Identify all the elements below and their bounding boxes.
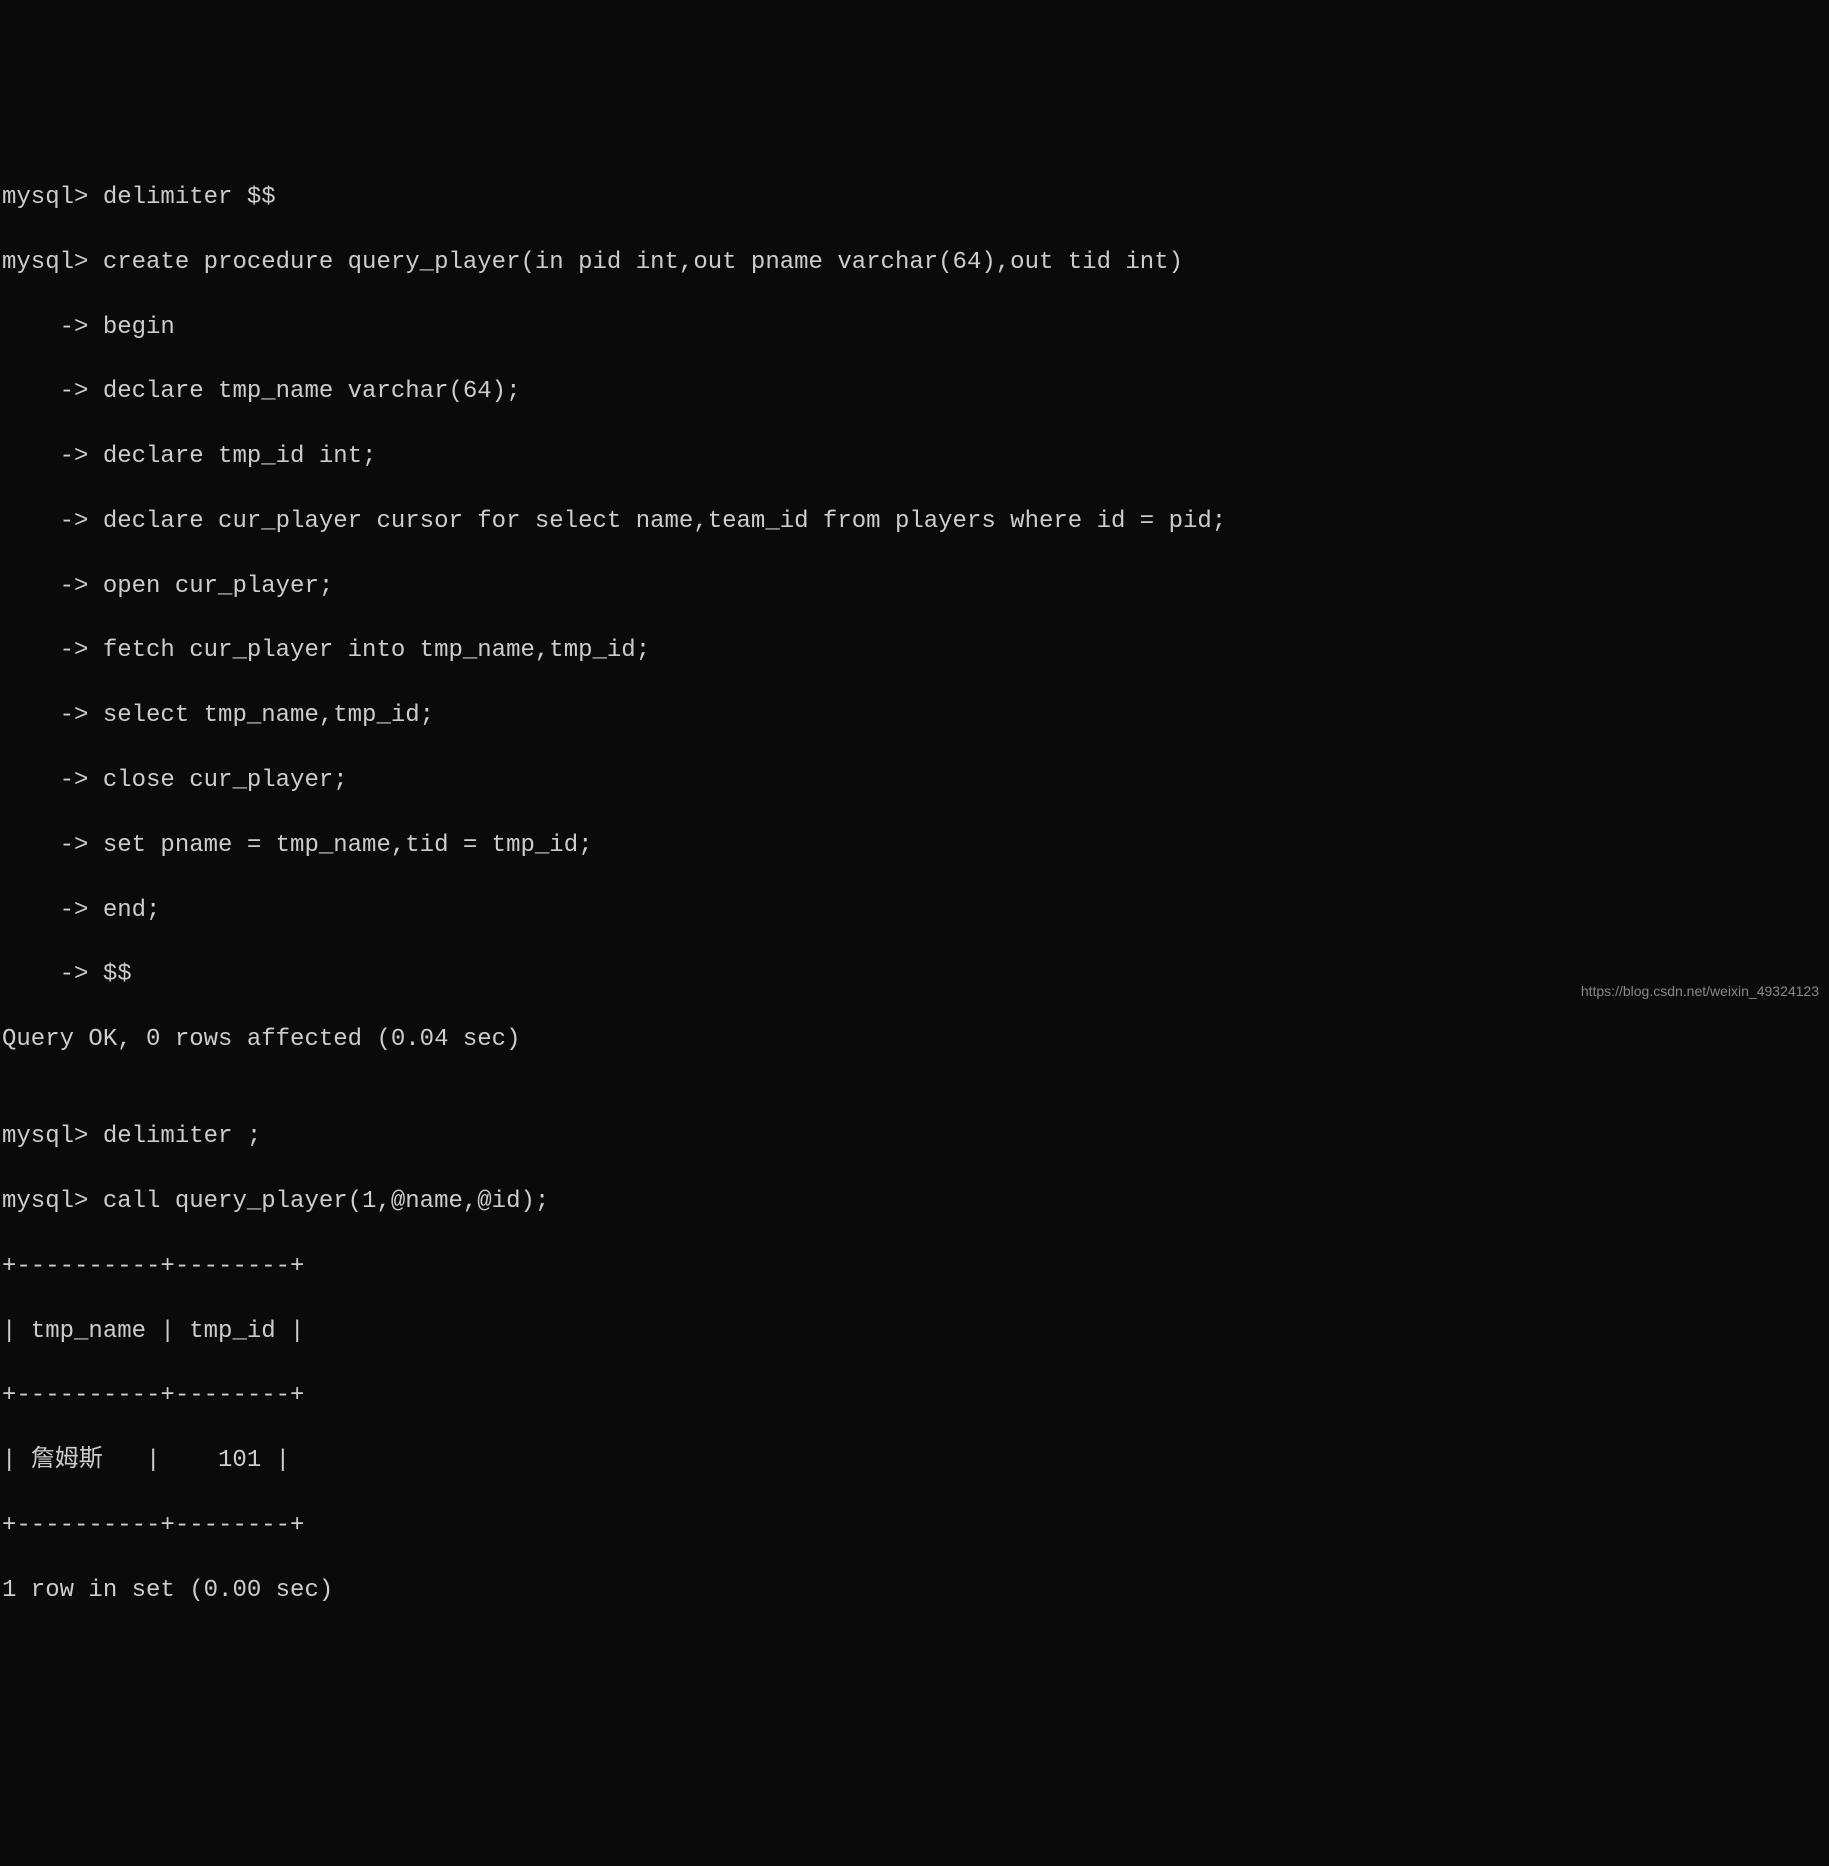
terminal-line: -> declare tmp_id int; — [2, 441, 1829, 473]
terminal-line: mysql> create procedure query_player(in … — [2, 247, 1829, 279]
watermark-text: https://blog.csdn.net/weixin_49324123 — [1581, 982, 1819, 1001]
terminal-line: -> close cur_player; — [2, 765, 1829, 797]
terminal-line: -> begin — [2, 312, 1829, 344]
terminal-line: -> $$ — [2, 959, 1829, 991]
terminal-line: | tmp_name | tmp_id | — [2, 1316, 1829, 1348]
terminal-line: -> set pname = tmp_name,tid = tmp_id; — [2, 830, 1829, 862]
terminal-line: 1 row in set (0.00 sec) — [2, 1575, 1829, 1607]
terminal-line: -> select tmp_name,tmp_id; — [2, 700, 1829, 732]
terminal-line: Query OK, 0 rows affected (0.04 sec) — [2, 1024, 1829, 1056]
terminal-line: +----------+--------+ — [2, 1510, 1829, 1542]
terminal-line: mysql> delimiter $$ — [2, 182, 1829, 214]
terminal-line: mysql> delimiter ; — [2, 1121, 1829, 1153]
terminal-line: -> declare cur_player cursor for select … — [2, 506, 1829, 538]
terminal-line: +----------+--------+ — [2, 1251, 1829, 1283]
terminal-line: -> open cur_player; — [2, 571, 1829, 603]
terminal-line: -> fetch cur_player into tmp_name,tmp_id… — [2, 635, 1829, 667]
terminal-line: mysql> call query_player(1,@name,@id); — [2, 1186, 1829, 1218]
terminal-line: +----------+--------+ — [2, 1380, 1829, 1412]
terminal-line: | 詹姆斯 | 101 | — [2, 1445, 1829, 1477]
terminal-line: -> end; — [2, 895, 1829, 927]
terminal-line: -> declare tmp_name varchar(64); — [2, 376, 1829, 408]
terminal-output: mysql> delimiter $$ mysql> create proced… — [0, 130, 1829, 1640]
